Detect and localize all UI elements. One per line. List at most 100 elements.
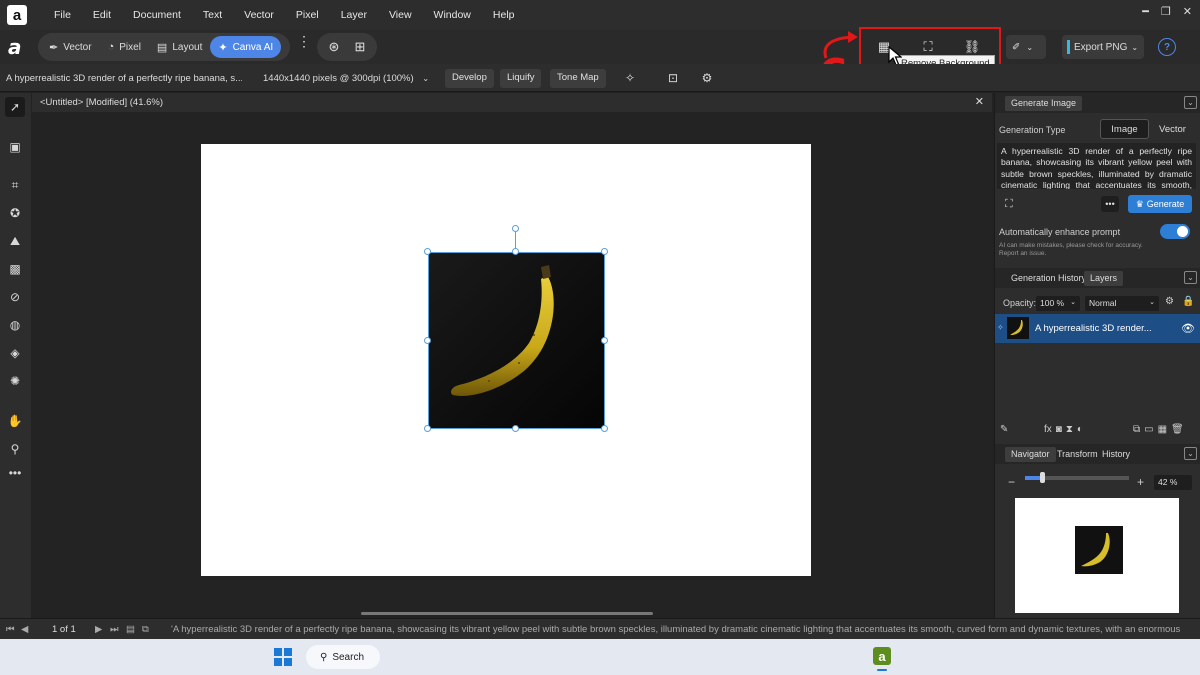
type-vector-button[interactable]: Vector	[1149, 119, 1196, 139]
rotation-handle[interactable]	[512, 225, 519, 232]
hourglass-icon[interactable]: ⧗	[1066, 424, 1073, 435]
menu-layer[interactable]: Layer	[330, 9, 378, 21]
opacity-dropdown[interactable]: 100 % ⌄	[1036, 296, 1080, 311]
persona-vector[interactable]: ✒ Vector	[41, 36, 100, 58]
zoom-tool-icon[interactable]: ⚲	[5, 439, 25, 459]
minimize-icon[interactable]: ━	[1142, 5, 1149, 18]
select-subject-icon[interactable]: ⛶	[918, 37, 938, 57]
resize-handle-t[interactable]	[512, 248, 519, 255]
generate-button[interactable]: ♛ Generate	[1128, 195, 1192, 213]
next-page-icon[interactable]: ▶	[95, 624, 102, 635]
zoom-value-field[interactable]: 42 %	[1154, 475, 1192, 490]
zoom-slider[interactable]	[1025, 472, 1129, 483]
zoom-out-button[interactable]: −	[1008, 475, 1015, 489]
horizontal-scrollbar[interactable]	[361, 612, 653, 615]
artboard[interactable]	[201, 144, 811, 576]
menu-file[interactable]: File	[43, 9, 82, 21]
windows-start-icon[interactable]	[274, 648, 292, 666]
page-list-icon[interactable]: ▤	[126, 624, 135, 635]
resize-handle-r[interactable]	[601, 337, 608, 344]
hand-tool-icon[interactable]: ✋	[5, 411, 25, 431]
document-size-dropdown[interactable]: 1440x1440 pixels @ 300dpi (100%) ⌄	[263, 73, 429, 84]
first-page-icon[interactable]: ⏮	[6, 624, 15, 635]
image-reference-icon[interactable]: ⛶	[1005, 198, 1013, 211]
crop-tool-icon[interactable]: ⌗	[5, 175, 25, 195]
magic-edit-tool-icon[interactable]: ✪	[5, 203, 25, 223]
resize-handle-l[interactable]	[424, 337, 431, 344]
develop-button[interactable]: Develop	[445, 69, 494, 88]
collapse-panel-icon[interactable]: ⌄	[1184, 96, 1197, 109]
prompt-more-button[interactable]: •••	[1101, 196, 1119, 212]
tab-history[interactable]: History	[1096, 447, 1136, 462]
adjust-tool-icon[interactable]: ✺	[5, 371, 25, 391]
delete-layer-icon[interactable]: 🗑	[1171, 424, 1184, 435]
resize-handle-br[interactable]	[601, 425, 608, 432]
prompt-textarea[interactable]: A hyperrealistic 3D render of a perfectl…	[997, 143, 1196, 189]
duplicate-layer-icon[interactable]: ⧉	[1133, 424, 1140, 435]
affinity-logo-icon[interactable]: a	[8, 35, 30, 59]
tab-generate-image[interactable]: Generate Image	[1005, 96, 1083, 111]
liquify-button[interactable]: Liquify	[500, 69, 542, 88]
close-document-icon[interactable]: ✕	[975, 95, 984, 108]
pattern-tool-icon[interactable]: ▩	[5, 259, 25, 279]
folder-icon[interactable]: ▭	[1144, 424, 1153, 435]
close-icon[interactable]: ✕	[1183, 5, 1192, 18]
visibility-eye-icon[interactable]: 👁	[1181, 322, 1195, 335]
blend-mode-dropdown[interactable]: Normal ⌄	[1085, 296, 1159, 311]
move-tool-icon[interactable]: ➚	[5, 97, 25, 117]
assistant-icon[interactable]: ⊛	[324, 37, 344, 57]
crop-grid-icon[interactable]: ⊡	[664, 69, 682, 87]
retouch-tool-icon[interactable]: ⊘	[5, 287, 25, 307]
lock-icon[interactable]: 🔒	[1182, 296, 1194, 307]
document-tab[interactable]: <Untitled> [Modified] (41.6%) ✕	[32, 93, 992, 112]
more-options-icon[interactable]: ⋮	[297, 34, 311, 48]
settings-gear-icon[interactable]: ⚙	[698, 69, 716, 87]
zoom-slider-thumb[interactable]	[1039, 472, 1045, 483]
resize-handle-bl[interactable]	[424, 425, 431, 432]
menu-pixel[interactable]: Pixel	[285, 9, 330, 21]
export-png-button[interactable]: Export PNG ⌄	[1062, 35, 1144, 59]
more-tools-icon[interactable]: •••	[5, 463, 25, 483]
link-icon[interactable]: ⛓	[962, 37, 982, 57]
type-image-button[interactable]: Image	[1100, 119, 1149, 139]
prev-page-icon[interactable]: ◀	[21, 624, 28, 635]
tab-generation-history[interactable]: Generation History	[1005, 271, 1092, 286]
adjustment-icon[interactable]: ◐	[1077, 424, 1083, 435]
persona-pixel[interactable]: ◔ Pixel	[100, 36, 149, 58]
zoom-in-button[interactable]: +	[1137, 475, 1144, 489]
collapse-panel-icon[interactable]: ⌄	[1184, 271, 1197, 284]
taskbar-search[interactable]: ⚲ Search	[306, 645, 380, 669]
grid-view-icon[interactable]: ⊞	[350, 37, 370, 57]
tab-navigator[interactable]: Navigator	[1005, 447, 1056, 462]
magic-wand-icon[interactable]: ✧	[621, 69, 639, 87]
layer-settings-icon[interactable]: ⚙	[1165, 296, 1174, 307]
resize-handle-tr[interactable]	[601, 248, 608, 255]
spread-icon[interactable]: ⧉	[142, 624, 149, 635]
checker-icon[interactable]: ▦	[1158, 424, 1167, 435]
menu-window[interactable]: Window	[423, 9, 482, 21]
navigator-preview[interactable]	[1015, 498, 1179, 613]
color-tool-icon[interactable]: ◍	[5, 315, 25, 335]
persona-canva-ai[interactable]: ✦ Canva AI	[210, 36, 282, 58]
menu-edit[interactable]: Edit	[82, 9, 122, 21]
menu-document[interactable]: Document	[122, 9, 192, 21]
report-issue-link[interactable]: Report an issue.	[999, 250, 1046, 257]
menu-vector[interactable]: Vector	[233, 9, 285, 21]
affinity-taskbar-icon[interactable]: a	[873, 647, 891, 665]
layer-row[interactable]: ✧ A hyperrealistic 3D render... 👁	[995, 314, 1200, 343]
persona-layout[interactable]: ▤ Layout	[149, 36, 210, 58]
brush-tool-button[interactable]: ✐ ⌄	[1006, 35, 1046, 59]
affinity-logo-icon[interactable]: a	[7, 5, 27, 25]
edit-layer-icon[interactable]: ✎	[1000, 424, 1008, 435]
menu-view[interactable]: View	[378, 9, 423, 21]
image-tool-icon[interactable]: ⛰	[5, 231, 25, 251]
last-page-icon[interactable]: ⏭	[110, 624, 119, 635]
help-icon[interactable]: ?	[1158, 38, 1176, 56]
menu-help[interactable]: Help	[482, 9, 526, 21]
resize-handle-tl[interactable]	[424, 248, 431, 255]
enhance-prompt-toggle[interactable]	[1160, 224, 1190, 239]
vector-tool-icon[interactable]: ◈	[5, 343, 25, 363]
fx-icon[interactable]: fx	[1044, 424, 1052, 435]
banana-image[interactable]	[428, 252, 605, 429]
menu-text[interactable]: Text	[192, 9, 233, 21]
